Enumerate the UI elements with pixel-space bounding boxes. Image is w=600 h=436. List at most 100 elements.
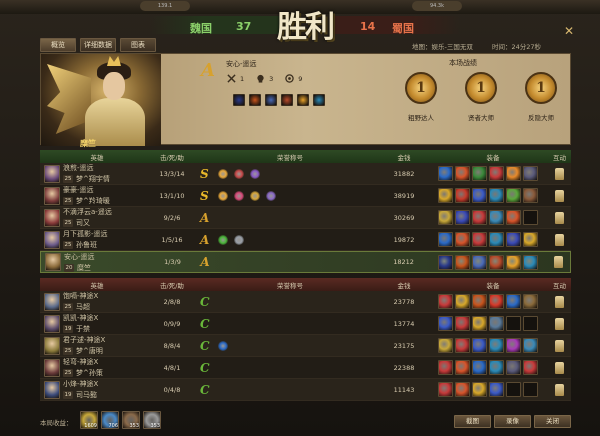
equipment-slot[interactable] [489, 166, 504, 181]
equipment-slot[interactable] [472, 382, 487, 397]
banner-equip-slot[interactable] [249, 94, 261, 106]
thumbs-up-icon[interactable] [555, 383, 564, 396]
player-row[interactable]: 饱嗝-神途X 25 马超 2/8/8 C 23778 [40, 291, 571, 313]
player-row[interactable]: 凯凯-神途X 19 于禁 0/9/9 C 13774 [40, 313, 571, 335]
equipment-slot[interactable] [489, 210, 504, 225]
thumbs-up-icon[interactable] [554, 256, 564, 268]
honor-title-icon[interactable] [250, 168, 260, 179]
thumbs-up-icon[interactable] [555, 295, 564, 308]
equipment-slot[interactable] [438, 338, 453, 353]
close-button[interactable]: 关闭 [534, 415, 571, 428]
banner-equip-slot[interactable] [281, 94, 293, 106]
equipment-slot[interactable] [472, 360, 487, 375]
equipment-slot[interactable] [455, 166, 470, 181]
equipment-slot[interactable] [523, 338, 538, 353]
honor-title-icon[interactable] [218, 340, 228, 351]
equipment-slot[interactable] [523, 188, 538, 203]
thumbs-up-icon[interactable] [555, 361, 564, 374]
equipment-slot[interactable] [471, 254, 487, 270]
banner-equip-slot[interactable] [233, 94, 245, 106]
equipment-slot[interactable] [455, 360, 470, 375]
equipment-slot[interactable] [472, 232, 487, 247]
thumbs-up-icon[interactable] [555, 317, 564, 330]
medal-1[interactable]: 粗野达人 [395, 72, 447, 122]
equipment-slot[interactable] [522, 254, 538, 270]
equipment-slot[interactable] [489, 338, 504, 353]
honor-title-icon[interactable] [218, 168, 228, 179]
equipment-slot[interactable] [506, 166, 521, 181]
equipment-slot[interactable] [506, 338, 521, 353]
equipment-slot[interactable] [489, 382, 504, 397]
player-row[interactable]: 小烽-神途X 19 司马懿 0/4/8 C 11143 [40, 379, 571, 401]
honor-title-icon[interactable] [234, 234, 244, 245]
equipment-slot[interactable] [506, 316, 521, 331]
tab-overview[interactable]: 概览 [40, 38, 76, 52]
equipment-slot[interactable] [506, 210, 521, 225]
medal-3[interactable]: 反隐大师 [515, 72, 567, 122]
equipment-slot[interactable] [489, 188, 504, 203]
equipment-slot[interactable] [489, 360, 504, 375]
banner-equip-slot[interactable] [297, 94, 309, 106]
equipment-slot[interactable] [506, 360, 521, 375]
equipment-slot[interactable] [523, 166, 538, 181]
player-row[interactable]: 安心-遥远 20 糜竺 1/3/9 A 18212 [40, 251, 571, 273]
tab-charts[interactable]: 图表 [120, 38, 156, 52]
honor-title-icon[interactable] [218, 234, 228, 245]
player-row[interactable]: 轻弯-神途X 25 梦^孙策 4/8/1 C 22388 [40, 357, 571, 379]
thumbs-up-icon[interactable] [555, 339, 564, 352]
equipment-slot[interactable] [438, 188, 453, 203]
equipment-slot[interactable] [438, 360, 453, 375]
screenshot-button[interactable]: 截图 [454, 415, 491, 428]
equipment-slot[interactable] [506, 294, 521, 309]
equipment-slot[interactable] [523, 316, 538, 331]
equipment-slot[interactable] [523, 382, 538, 397]
equipment-slot[interactable] [472, 210, 487, 225]
equipment-slot[interactable] [455, 210, 470, 225]
equipment-slot[interactable] [506, 382, 521, 397]
honor-title-icon[interactable] [234, 168, 244, 179]
equipment-slot[interactable] [523, 210, 538, 225]
thumbs-up-icon[interactable] [555, 189, 564, 202]
equipment-slot[interactable] [472, 338, 487, 353]
banner-equip-slot[interactable] [313, 94, 325, 106]
equipment-slot[interactable] [506, 232, 521, 247]
honor-title-icon[interactable] [218, 190, 228, 201]
equipment-slot[interactable] [438, 382, 453, 397]
honor-title-icon[interactable] [234, 190, 244, 201]
thumbs-up-icon[interactable] [555, 167, 564, 180]
replay-button[interactable]: 录像 [494, 415, 531, 428]
player-row[interactable]: 君子逑-神途X 25 梦^唐明 8/8/4 C 23175 [40, 335, 571, 357]
player-row[interactable]: 月下孤影-遥远 25 孙鲁班 1/5/16 A 19872 [40, 229, 571, 251]
thumbs-up-icon[interactable] [555, 211, 564, 224]
equipment-slot[interactable] [472, 294, 487, 309]
equipment-slot[interactable] [488, 254, 504, 270]
equipment-slot[interactable] [472, 316, 487, 331]
player-row[interactable]: 不滴浮云a-遥远 25 司又 9/2/6 A 30269 [40, 207, 571, 229]
equipment-slot[interactable] [437, 254, 453, 270]
equipment-slot[interactable] [438, 294, 453, 309]
equipment-slot[interactable] [523, 360, 538, 375]
player-row[interactable]: 豪豪-遥远 25 梦^羚琦暖 13/1/10 S 38919 [40, 185, 571, 207]
close-icon[interactable]: ✕ [564, 24, 574, 38]
equipment-slot[interactable] [438, 210, 453, 225]
equipment-slot[interactable] [505, 254, 521, 270]
equipment-slot[interactable] [455, 382, 470, 397]
equipment-slot[interactable] [506, 188, 521, 203]
honor-title-icon[interactable] [250, 190, 260, 201]
equipment-slot[interactable] [523, 232, 538, 247]
tab-details[interactable]: 详细数据 [80, 38, 116, 52]
banner-equip-slot[interactable] [265, 94, 277, 106]
equipment-slot[interactable] [455, 232, 470, 247]
equipment-slot[interactable] [472, 166, 487, 181]
medal-2[interactable]: 贤者大师 [455, 72, 507, 122]
honor-title-icon[interactable] [266, 190, 276, 201]
equipment-slot[interactable] [489, 294, 504, 309]
equipment-slot[interactable] [455, 316, 470, 331]
equipment-slot[interactable] [438, 166, 453, 181]
equipment-slot[interactable] [523, 294, 538, 309]
equipment-slot[interactable] [472, 188, 487, 203]
equipment-slot[interactable] [489, 232, 504, 247]
thumbs-up-icon[interactable] [555, 233, 564, 246]
equipment-slot[interactable] [454, 254, 470, 270]
equipment-slot[interactable] [438, 316, 453, 331]
